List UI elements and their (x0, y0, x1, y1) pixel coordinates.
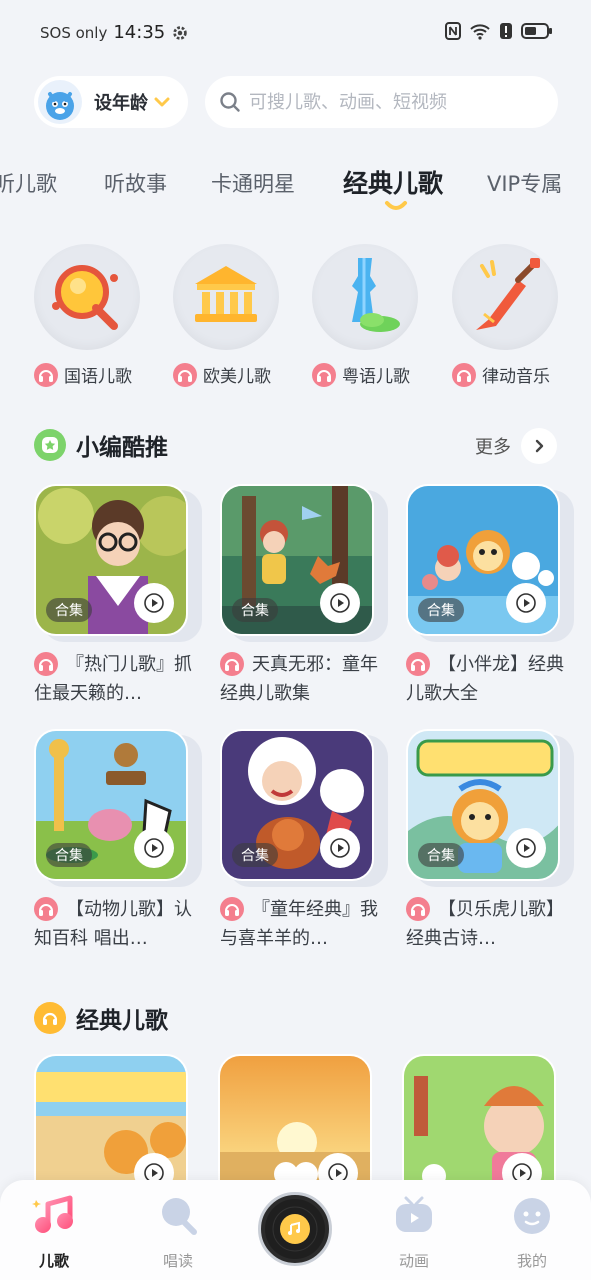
headphone-icon (34, 362, 58, 387)
card-title-row: 【小伴龙】经典儿歌大全 (406, 650, 566, 708)
chevron-down-icon (154, 97, 170, 107)
section-title: 经典儿歌 (76, 1008, 168, 1034)
headphone-icon (220, 897, 244, 921)
headphone-icon (406, 897, 430, 921)
headphone-badge-icon (34, 1002, 66, 1034)
collection-badge: 合集 (232, 598, 278, 622)
drum-icon (34, 244, 140, 350)
card-title: 『热门儿歌』抓住最天籁的… (34, 654, 192, 704)
category-cantonese[interactable]: 粤语儿歌 (312, 244, 418, 387)
category-label: 律动音乐 (482, 367, 550, 387)
tab-listen-stories[interactable]: 听故事 (104, 168, 167, 198)
category-rhythm[interactable]: 律动音乐 (452, 244, 558, 387)
nav-animation[interactable]: 动画 (374, 1194, 454, 1271)
category-label: 国语儿歌 (64, 367, 132, 387)
battery-icon (521, 23, 552, 39)
nav-sing-read[interactable]: 唱读 (138, 1194, 218, 1271)
headphone-icon (406, 652, 430, 676)
vinyl-record-icon (265, 1199, 325, 1259)
nav-label: 我的 (516, 1252, 547, 1270)
music-note-icon (32, 1195, 73, 1233)
play-icon[interactable] (134, 828, 174, 868)
card-title-row: 【动物儿歌】认知百科 唱出… (34, 895, 194, 953)
headphone-icon (34, 652, 58, 676)
card-title-row: 【贝乐虎儿歌】经典古诗… (406, 895, 566, 953)
search-input[interactable] (249, 91, 549, 113)
nav-label: 儿歌 (38, 1252, 69, 1270)
bottom-nav: 儿歌 唱读 动画 我的 (0, 1180, 591, 1280)
profile-face-icon (514, 1198, 550, 1234)
clock: 14:35 (113, 22, 166, 43)
wifi-icon (470, 24, 490, 40)
card-title: 【动物儿歌】认知百科 唱出… (34, 899, 192, 949)
headphone-icon (34, 897, 58, 921)
section-title: 小编酷推 (76, 435, 168, 461)
card-title: 【贝乐虎儿歌】经典古诗… (406, 899, 564, 949)
alert-icon (500, 23, 512, 39)
card-title-row: 『热门儿歌』抓住最天籁的… (34, 650, 194, 708)
collection-badge: 合集 (418, 843, 464, 867)
headphone-icon (312, 362, 336, 387)
tab-cartoon-stars[interactable]: 卡通明星 (211, 168, 295, 198)
chevron-right-icon (521, 428, 557, 464)
search-icon (220, 92, 240, 112)
play-icon[interactable] (134, 583, 174, 623)
now-playing-disc[interactable] (258, 1192, 332, 1266)
temple-icon (173, 244, 279, 350)
collection-badge: 合集 (232, 843, 278, 867)
tv-icon (396, 1196, 432, 1232)
more-button[interactable]: 更多 (475, 428, 557, 464)
tab-listen-songs[interactable]: 听儿歌 (0, 168, 57, 198)
card-title: 『童年经典』我与喜羊羊的… (220, 899, 378, 949)
category-label: 粤语儿歌 (342, 367, 410, 387)
more-label: 更多 (475, 437, 511, 458)
carrier-text: SOS only (40, 23, 108, 42)
age-label: 设年龄 (94, 93, 148, 114)
tab-indicator (385, 201, 407, 210)
category-label: 欧美儿歌 (203, 367, 271, 387)
search-bar[interactable] (205, 76, 558, 128)
collection-badge: 合集 (46, 598, 92, 622)
avatar (38, 80, 82, 124)
nav-songs[interactable]: 儿歌 (14, 1194, 94, 1271)
card-title: 【小伴龙】经典儿歌大全 (406, 654, 564, 704)
headphone-icon (173, 362, 197, 387)
headphone-icon (220, 652, 244, 676)
card-title-row: 天真无邪：童年经典儿歌集 (220, 650, 380, 708)
star-badge-icon (34, 429, 66, 461)
category-mandarin[interactable]: 国语儿歌 (34, 244, 140, 387)
category-tabs: 听儿歌 听故事 卡通明星 经典儿歌 VIP专属 (0, 160, 591, 214)
nfc-icon (445, 22, 461, 40)
status-bar: SOS only 14:35 (0, 0, 591, 66)
nav-mine[interactable]: 我的 (492, 1194, 572, 1271)
section-classic-header: 经典儿歌 (34, 1001, 168, 1035)
play-icon[interactable] (506, 828, 546, 868)
headphone-icon (452, 362, 476, 387)
play-icon[interactable] (506, 583, 546, 623)
collection-badge: 合集 (46, 843, 92, 867)
card-title: 天真无邪：童年经典儿歌集 (220, 654, 378, 704)
play-icon[interactable] (320, 583, 360, 623)
gear-icon (173, 25, 187, 40)
nav-label: 唱读 (162, 1252, 193, 1270)
microphone-icon (162, 1198, 197, 1235)
tab-vip[interactable]: VIP专属 (487, 168, 562, 198)
collection-badge: 合集 (418, 598, 464, 622)
card-title-row: 『童年经典』我与喜羊羊的… (220, 895, 380, 953)
guitar-icon (452, 244, 558, 350)
section-recommend-header: 小编酷推 (34, 428, 168, 462)
age-selector[interactable]: 设年龄 (34, 76, 188, 128)
category-western[interactable]: 欧美儿歌 (173, 244, 279, 387)
nav-label: 动画 (398, 1252, 429, 1270)
tower-icon (312, 244, 418, 350)
tab-classic-songs[interactable]: 经典儿歌 (343, 164, 443, 200)
play-icon[interactable] (320, 828, 360, 868)
